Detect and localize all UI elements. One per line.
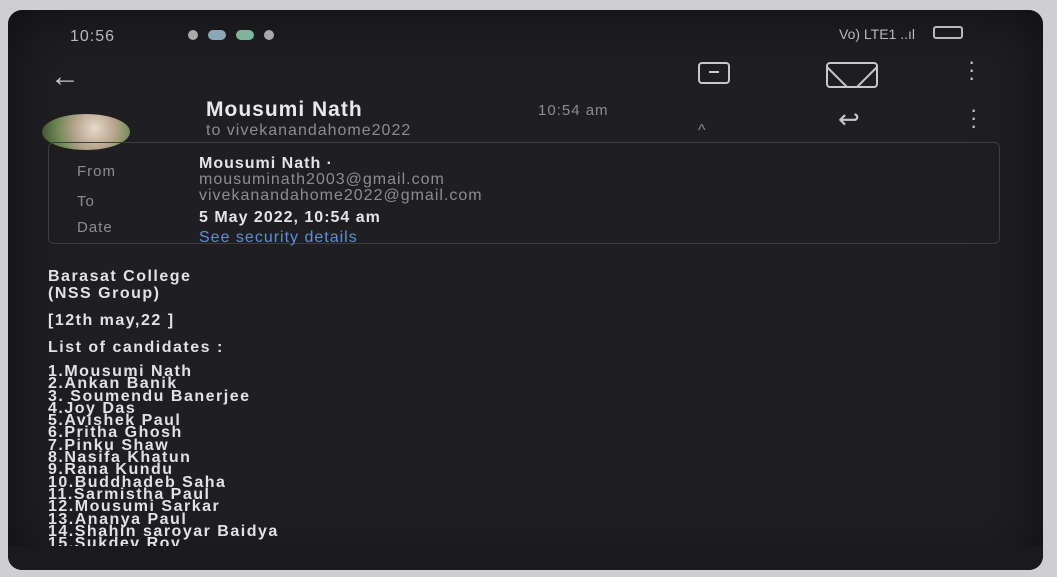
body-line: Barasat College <box>48 268 192 285</box>
sent-time: 10:54 am <box>538 102 609 119</box>
status-bar: 10:56 Vo) LTE1 ..ıl <box>8 10 1043 52</box>
system-icons: Vo) LTE1 ..ıl <box>839 26 963 42</box>
phone-screen: 10:56 Vo) LTE1 ..ıl ← · · · Mousumi Nath 1… <box>8 10 1043 570</box>
battery-icon <box>933 26 963 39</box>
back-arrow-icon[interactable]: ← <box>50 60 80 94</box>
notification-dot-icon <box>264 30 274 40</box>
body-line: (NSS Group) <box>48 285 161 302</box>
app-notification-icon <box>236 30 254 40</box>
to-label: To <box>77 193 95 210</box>
notification-icons <box>188 30 274 40</box>
list-heading: List of candidates : <box>48 339 224 356</box>
mark-unread-icon[interactable] <box>826 62 878 88</box>
email-details-panel: From Mousumi Nath · mousuminath2003@gmai… <box>48 142 1000 247</box>
message-more-icon[interactable]: · · · <box>970 99 977 137</box>
email-toolbar: ← · · · <box>8 50 1043 100</box>
more-options-icon[interactable]: · · · <box>968 51 975 89</box>
chevron-up-icon[interactable]: ^ <box>698 122 707 140</box>
reply-icon[interactable]: ↩ <box>838 104 860 135</box>
date-label: Date <box>77 219 113 236</box>
sender-name: Mousumi Nath <box>206 98 363 121</box>
notification-dot-icon <box>188 30 198 40</box>
bottom-bar <box>8 546 1043 570</box>
signal-icon: Vo) LTE1 ..ıl <box>839 26 915 42</box>
email-body: Barasat College (NSS Group) [12th may,22… <box>48 268 279 552</box>
to-email: vivekanandahome2022@gmail.com <box>199 187 483 204</box>
app-notification-icon <box>208 30 226 40</box>
status-time: 10:56 <box>70 28 116 45</box>
date-value: 5 May 2022, 10:54 am <box>199 209 381 226</box>
security-details-link[interactable]: See security details <box>199 229 358 247</box>
body-date: [12th may,22 ] <box>48 312 175 329</box>
from-label: From <box>77 163 116 180</box>
recipient-summary[interactable]: to vivekanandahome2022 <box>206 122 411 140</box>
archive-icon[interactable] <box>698 62 730 84</box>
